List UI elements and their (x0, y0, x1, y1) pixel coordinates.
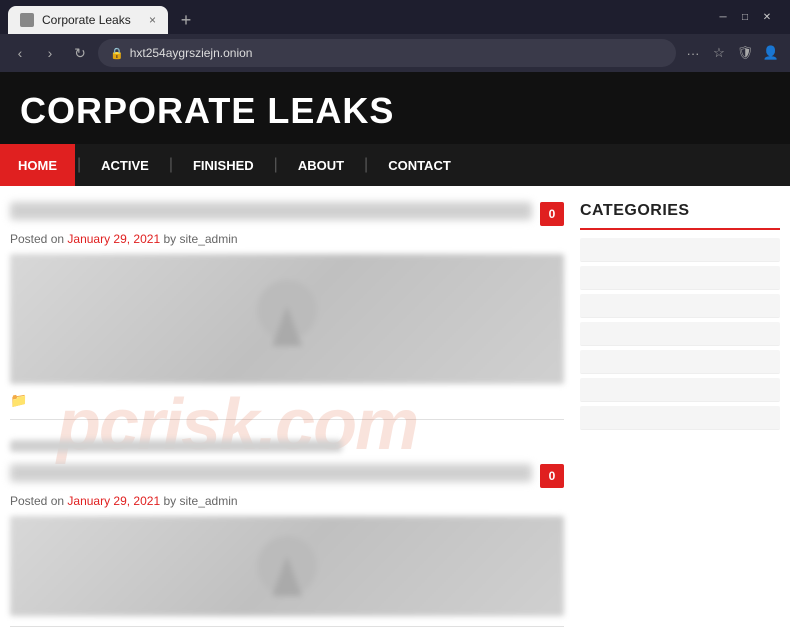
post-2-image-inner (10, 516, 564, 616)
post-2-by: by (163, 494, 176, 508)
category-item-4[interactable] (580, 322, 780, 346)
site-content: pcrisk.com 0 Posted on January 29, 2021 … (0, 186, 790, 631)
nav-sep-3: | (272, 156, 280, 174)
divider-row (10, 440, 342, 452)
post-1-by: by (163, 232, 176, 246)
nav-contact[interactable]: CONTACT (370, 144, 469, 186)
post-card-1: 0 Posted on January 29, 2021 by site_adm… (10, 202, 564, 420)
post-2-author[interactable]: site_admin (180, 494, 238, 508)
post-1-header-row: 0 (10, 202, 564, 226)
nav-home[interactable]: HOME (0, 144, 75, 186)
sidebar: CATEGORIES (580, 202, 780, 631)
post-2-image (10, 516, 564, 616)
post-2-comment-badge[interactable]: 0 (540, 464, 564, 488)
tab-favicon (20, 13, 34, 27)
browser-chrome: Corporate Leaks × + ─ □ ✕ ‹ › ↻ 🔒 hxt254… (0, 0, 790, 72)
bookmark-icon[interactable]: ☆ (708, 42, 730, 64)
address-bar-row: ‹ › ↻ 🔒 hxt254aygrsziejn.onion ··· ☆ 🛡 👤 (0, 34, 790, 72)
extensions-icon[interactable]: ··· (682, 42, 704, 64)
post-2-date-link[interactable]: January 29, 2021 (67, 494, 160, 508)
nav-finished[interactable]: FINISHED (175, 144, 272, 186)
categories-title: CATEGORIES (580, 202, 780, 230)
category-item-1[interactable] (580, 238, 780, 262)
close-window-button[interactable]: ✕ (760, 10, 774, 24)
category-item-2[interactable] (580, 266, 780, 290)
post-1-blurred-title (10, 202, 532, 220)
post-2-blurred-title (10, 464, 532, 482)
site-title: CORPORATE LEAKS (20, 90, 770, 132)
nav-sep-1: | (75, 156, 83, 174)
category-item-3[interactable] (580, 294, 780, 318)
tab-title: Corporate Leaks (42, 13, 141, 27)
post-1-meta: Posted on January 29, 2021 by site_admin (10, 232, 564, 246)
shield-icon[interactable]: 🛡 (734, 42, 756, 64)
nav-sep-4: | (362, 156, 370, 174)
post-1-author[interactable]: site_admin (180, 232, 238, 246)
post-1-image (10, 254, 564, 384)
tab-close-button[interactable]: × (149, 13, 156, 27)
address-bar[interactable]: 🔒 hxt254aygrsziejn.onion (98, 39, 676, 67)
url-text: hxt254aygrsziejn.onion (130, 46, 664, 60)
lock-icon: 🔒 (110, 47, 124, 60)
post-1-date-link[interactable]: January 29, 2021 (67, 232, 160, 246)
site-nav: HOME | ACTIVE | FINISHED | ABOUT | CONTA… (0, 144, 790, 186)
window-controls: ─ □ ✕ (716, 10, 782, 30)
nav-active[interactable]: ACTIVE (83, 144, 167, 186)
nav-about[interactable]: ABOUT (280, 144, 362, 186)
post-2-meta: Posted on January 29, 2021 by site_admin (10, 494, 564, 508)
main-posts: 0 Posted on January 29, 2021 by site_adm… (10, 202, 564, 631)
new-tab-button[interactable]: + (172, 6, 200, 34)
post-card-2: 0 Posted on January 29, 2021 by site_adm… (10, 464, 564, 627)
tab-bar: Corporate Leaks × + ─ □ ✕ (0, 0, 790, 34)
category-item-7[interactable] (580, 406, 780, 430)
refresh-button[interactable]: ↻ (68, 41, 92, 65)
minimize-button[interactable]: ─ (716, 10, 730, 24)
site-header: CORPORATE LEAKS (0, 72, 790, 144)
nav-sep-2: | (167, 156, 175, 174)
profile-icon[interactable]: 👤 (760, 42, 782, 64)
post-1-footer-icon: 📁 (10, 392, 564, 409)
post-2-meta-posted: Posted on (10, 494, 64, 508)
category-item-5[interactable] (580, 350, 780, 374)
post-2-header-row: 0 (10, 464, 564, 488)
forward-button[interactable]: › (38, 41, 62, 65)
toolbar-right: ··· ☆ 🛡 👤 (682, 42, 782, 64)
maximize-button[interactable]: □ (738, 10, 752, 24)
category-item-6[interactable] (580, 378, 780, 402)
post-1-comment-badge[interactable]: 0 (540, 202, 564, 226)
post-1-image-inner (10, 254, 564, 384)
post-1-meta-posted: Posted on (10, 232, 64, 246)
back-button[interactable]: ‹ (8, 41, 32, 65)
website-frame: CORPORATE LEAKS HOME | ACTIVE | FINISHED… (0, 72, 790, 631)
active-tab[interactable]: Corporate Leaks × (8, 6, 168, 34)
